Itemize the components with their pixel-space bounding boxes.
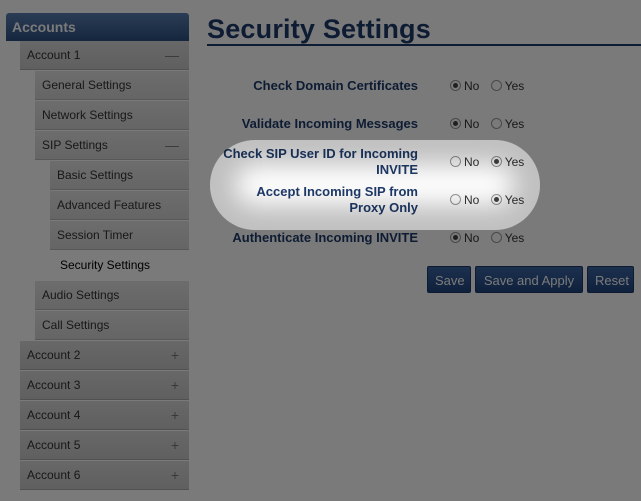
save-button[interactable]: Save — [427, 266, 471, 293]
main-content: Security Settings Check Domain Certifica… — [207, 0, 641, 501]
sidebar-item-account-5[interactable]: Account 5 + — [20, 431, 189, 460]
sidebar-item-account-3[interactable]: Account 3 + — [20, 371, 189, 400]
sidebar-item-account-6[interactable]: Account 6 + — [20, 461, 189, 490]
setting-label-check-sip-user-id: Check SIP User ID for Incoming INVITE — [223, 146, 418, 177]
radio-yes[interactable]: Yes — [490, 117, 525, 131]
setting-label-authenticate-incoming-invite: Authenticate Incoming INVITE — [232, 230, 418, 245]
sidebar-item-label: Audio Settings — [42, 288, 120, 302]
account-label: Account 2 — [27, 348, 81, 362]
reset-button[interactable]: Reset — [587, 266, 634, 293]
setting-label-accept-incoming-sip: Accept Incoming SIP from Proxy Only — [256, 184, 418, 215]
sidebar-item-label: General Settings — [42, 78, 132, 92]
sidebar-item-general-settings[interactable]: General Settings — [35, 71, 189, 100]
title-divider — [207, 44, 641, 46]
sidebar-item-account-2[interactable]: Account 2 + — [20, 341, 189, 370]
sidebar-item-audio-settings[interactable]: Audio Settings — [35, 281, 189, 310]
radio-button-icon[interactable] — [490, 156, 502, 167]
radio-label-no: No — [464, 155, 480, 169]
radio-group-accept-incoming-sip: No Yes — [450, 193, 532, 207]
sidebar-item-sip-settings[interactable]: SIP Settings — — [35, 131, 189, 160]
radio-no[interactable]: No — [450, 155, 479, 169]
radio-button-icon[interactable] — [450, 194, 461, 205]
sidebar-item-label: Call Settings — [42, 318, 110, 332]
radio-button-icon[interactable] — [450, 118, 461, 129]
account-label: Account 6 — [27, 468, 81, 482]
sidebar-item-label: Network Settings — [42, 108, 133, 122]
radio-no[interactable]: No — [450, 231, 479, 245]
sidebar-item-label: Security Settings — [60, 258, 151, 272]
radio-button-icon[interactable] — [450, 232, 461, 243]
sidebar-item-basic-settings[interactable]: Basic Settings — [50, 161, 189, 190]
account-1-label: Account 1 — [27, 48, 81, 62]
collapse-icon[interactable]: — — [165, 41, 179, 70]
setting-label-validate-incoming-messages: Validate Incoming Messages — [241, 116, 418, 131]
sidebar-item-network-settings[interactable]: Network Settings — [35, 101, 189, 130]
radio-button-icon[interactable] — [490, 80, 502, 91]
radio-label-no: No — [464, 117, 480, 131]
sidebar-item-account-4[interactable]: Account 4 + — [20, 401, 189, 430]
expand-icon[interactable]: + — [171, 371, 179, 400]
radio-label-yes: Yes — [504, 117, 525, 131]
setting-label-check-domain-certificates: Check Domain Certificates — [253, 78, 418, 93]
accounts-header[interactable]: Accounts — [6, 13, 189, 41]
radio-button-icon[interactable] — [490, 194, 502, 205]
radio-button-icon[interactable] — [450, 80, 461, 91]
sidebar-item-security-settings[interactable]: Security Settings — [50, 251, 189, 280]
collapse-icon[interactable]: — — [165, 131, 179, 160]
radio-button-icon[interactable] — [450, 156, 461, 167]
radio-yes[interactable]: Yes — [490, 79, 525, 93]
radio-label-no: No — [464, 79, 480, 93]
radio-yes[interactable]: Yes — [490, 193, 525, 207]
sidebar-item-label: SIP Settings — [42, 138, 108, 152]
radio-label-no: No — [464, 231, 480, 245]
sidebar-item-label: Basic Settings — [57, 168, 134, 182]
radio-yes[interactable]: Yes — [490, 155, 525, 169]
radio-label-yes: Yes — [504, 79, 525, 93]
sidebar: Accounts Account 1 — General Settings Ne… — [0, 0, 200, 501]
expand-icon[interactable]: + — [171, 341, 179, 370]
sidebar-item-session-timer[interactable]: Session Timer — [50, 221, 189, 250]
sidebar-item-advanced-features[interactable]: Advanced Features — [50, 191, 189, 220]
expand-icon[interactable]: + — [171, 401, 179, 430]
radio-label-yes: Yes — [504, 193, 525, 207]
radio-group-authenticate-incoming-invite: No Yes — [450, 231, 532, 245]
sidebar-item-call-settings[interactable]: Call Settings — [35, 311, 189, 340]
save-and-apply-button[interactable]: Save and Apply — [475, 266, 583, 293]
expand-icon[interactable]: + — [171, 431, 179, 460]
radio-label-yes: Yes — [504, 155, 525, 169]
radio-no[interactable]: No — [450, 79, 479, 93]
radio-no[interactable]: No — [450, 117, 479, 131]
radio-group-check-domain-certificates: No Yes — [450, 79, 532, 93]
radio-label-no: No — [464, 193, 480, 207]
account-label: Account 5 — [27, 438, 81, 452]
radio-button-icon[interactable] — [490, 118, 502, 129]
sidebar-item-label: Session Timer — [57, 228, 134, 242]
sidebar-item-account-1[interactable]: Account 1 — — [20, 41, 189, 70]
expand-icon[interactable]: + — [171, 461, 179, 490]
radio-button-icon[interactable] — [490, 232, 502, 243]
sidebar-item-label: Advanced Features — [57, 198, 162, 212]
radio-yes[interactable]: Yes — [490, 231, 525, 245]
page-title: Security Settings — [207, 14, 431, 44]
account-label: Account 3 — [27, 378, 81, 392]
radio-group-validate-incoming-messages: No Yes — [450, 117, 532, 131]
radio-group-check-sip-user-id: No Yes — [450, 155, 532, 169]
radio-no[interactable]: No — [450, 193, 479, 207]
account-label: Account 4 — [27, 408, 81, 422]
radio-label-yes: Yes — [504, 231, 525, 245]
